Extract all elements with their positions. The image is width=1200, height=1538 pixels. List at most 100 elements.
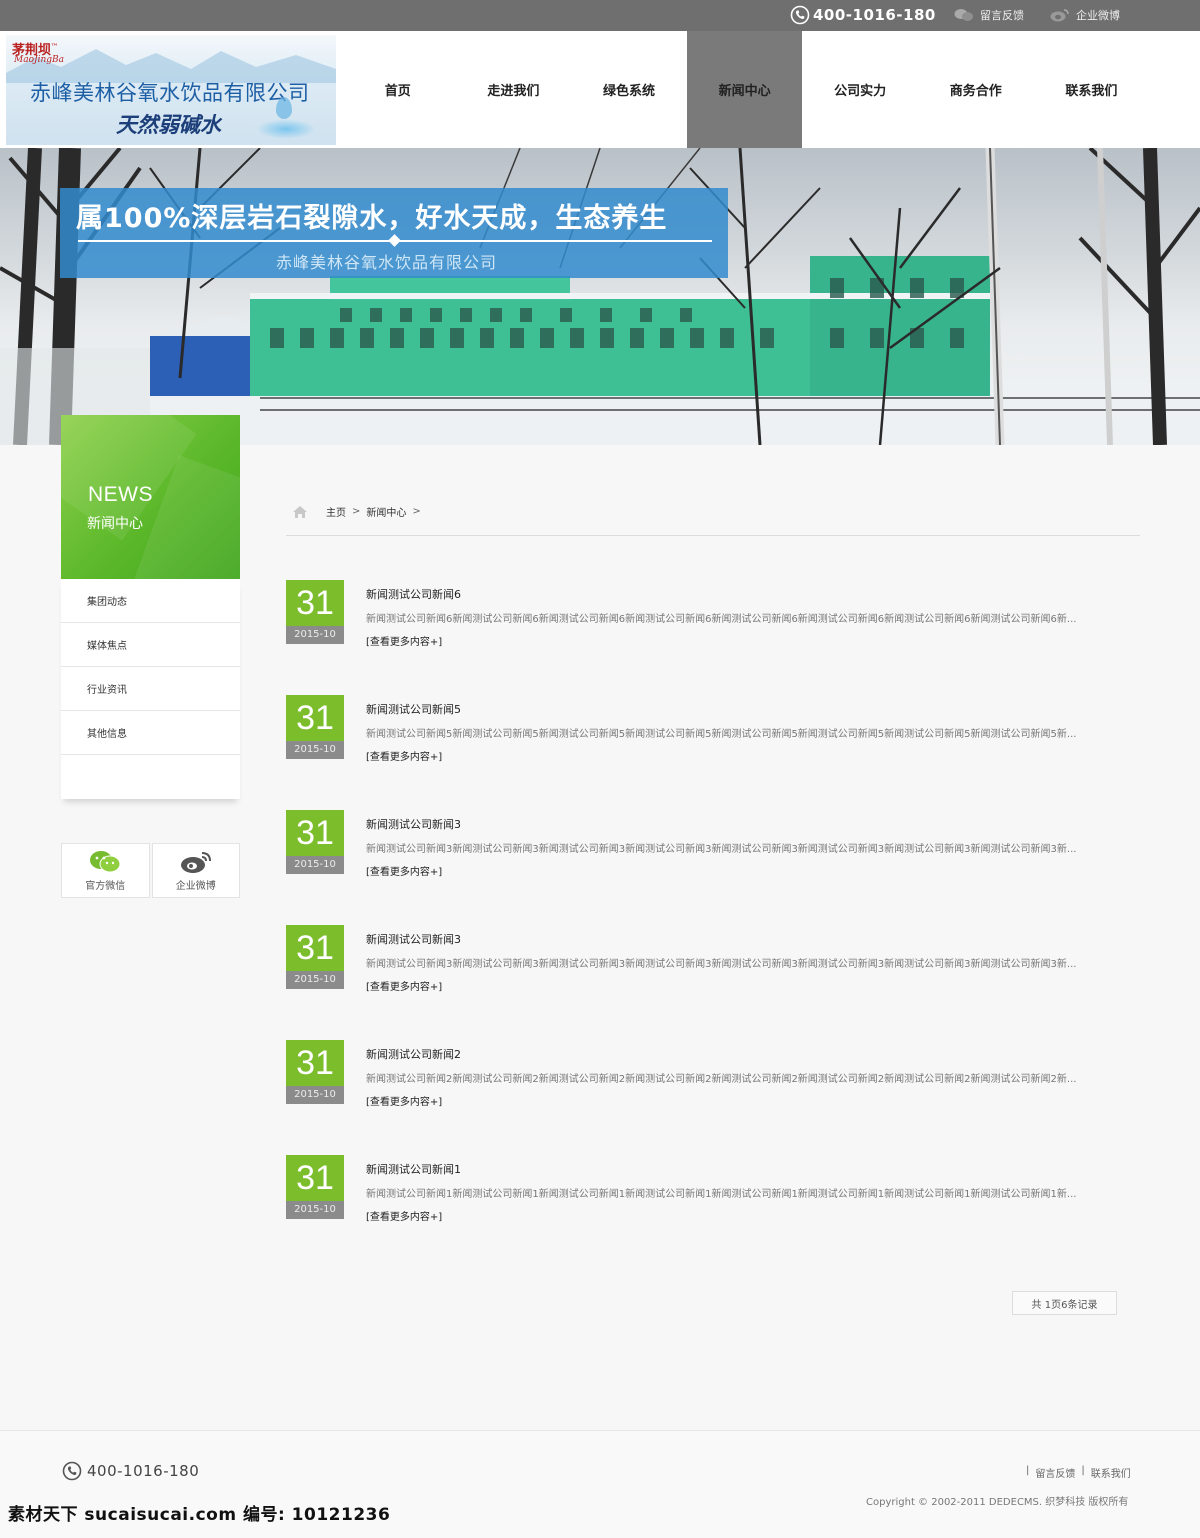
news-date-day: 31 bbox=[286, 810, 344, 856]
breadcrumb-current[interactable]: 新闻中心 bbox=[366, 504, 406, 519]
news-date-day: 31 bbox=[286, 695, 344, 741]
breadcrumb-separator: > bbox=[412, 506, 421, 517]
banner-diamond bbox=[388, 234, 401, 247]
news-title-link[interactable]: 新闻测试公司新闻6 bbox=[366, 586, 461, 602]
news-title-link[interactable]: 新闻测试公司新闻3 bbox=[366, 816, 461, 832]
news-title-link[interactable]: 新闻测试公司新闻2 bbox=[366, 1046, 461, 1062]
nav-item[interactable]: 新闻中心 bbox=[686, 31, 803, 148]
footer-copyright: Copyright © 2002-2011 DEDECMS. 织梦科技 版权所有 bbox=[866, 1497, 1129, 1508]
footer-links: | 留言反馈 | 联系我们 bbox=[1026, 1465, 1131, 1480]
wechat-icon bbox=[90, 850, 121, 872]
nav-item[interactable]: 首页 bbox=[340, 31, 456, 148]
chat-icon bbox=[954, 9, 973, 21]
news-date-badge: 31 2015-10 bbox=[286, 695, 344, 759]
news-date-badge: 31 2015-10 bbox=[286, 1155, 344, 1219]
social-links: 官方微信 企业微博 bbox=[61, 843, 240, 898]
news-date-day: 31 bbox=[286, 580, 344, 626]
news-title-link[interactable]: 新闻测试公司新闻5 bbox=[366, 701, 461, 717]
water-drop-icon bbox=[276, 97, 292, 119]
sidebar-news-panel: NEWS 新闻中心 bbox=[61, 415, 240, 579]
hero-banner: 属100%深层岩石裂隙水，好水天成，生态养生 赤峰美林谷氧水饮品有限公司 bbox=[0, 148, 1200, 445]
site-header: 茅荆坝™ MaoJingBa 赤峰美林谷氧水饮品有限公司 天然弱碱水 首页 走进我… bbox=[0, 31, 1200, 148]
topbar-phone: 400-1016-180 bbox=[790, 4, 936, 26]
news-read-more-link[interactable]: [查看更多内容+] bbox=[366, 1093, 442, 1108]
sidebar-title-cn: 新闻中心 bbox=[87, 516, 143, 532]
phone-icon bbox=[62, 1461, 82, 1481]
topbar-weibo-label: 企业微博 bbox=[1076, 9, 1120, 22]
sidebar-menu-item[interactable]: 媒体焦点 bbox=[61, 623, 240, 667]
news-read-more-link[interactable]: [查看更多内容+] bbox=[366, 863, 442, 878]
news-read-more-link[interactable]: [查看更多内容+] bbox=[366, 748, 442, 763]
pagination-info: 共 1页6条记录 bbox=[1012, 1291, 1117, 1315]
news-summary: 新闻测试公司新闻3新闻测试公司新闻3新闻测试公司新闻3新闻测试公司新闻3新闻测试… bbox=[366, 959, 1077, 970]
news-title-link[interactable]: 新闻测试公司新闻3 bbox=[366, 931, 461, 947]
news-item: 31 2015-10 新闻测试公司新闻1 新闻测试公司新闻1新闻测试公司新闻1新闻测试… bbox=[286, 1155, 1140, 1225]
nav-item[interactable]: 商务合作 bbox=[918, 31, 1034, 148]
news-date-month: 2015-10 bbox=[286, 741, 344, 759]
breadcrumb-home[interactable]: 主页 bbox=[326, 504, 346, 519]
brand-name-en: MaoJingBa bbox=[14, 55, 65, 65]
news-summary: 新闻测试公司新闻1新闻测试公司新闻1新闻测试公司新闻1新闻测试公司新闻1新闻测试… bbox=[366, 1189, 1077, 1200]
news-summary: 新闻测试公司新闻3新闻测试公司新闻3新闻测试公司新闻3新闻测试公司新闻3新闻测试… bbox=[366, 844, 1077, 855]
news-date-month: 2015-10 bbox=[286, 1086, 344, 1104]
company-logo[interactable]: 茅荆坝™ MaoJingBa 赤峰美林谷氧水饮品有限公司 天然弱碱水 bbox=[6, 35, 336, 145]
news-date-badge: 31 2015-10 bbox=[286, 580, 344, 644]
breadcrumb: 主页 > 新闻中心 > bbox=[292, 504, 421, 519]
news-date-month: 2015-10 bbox=[286, 856, 344, 874]
nav-item[interactable]: 联系我们 bbox=[1034, 31, 1150, 148]
news-summary: 新闻测试公司新闻5新闻测试公司新闻5新闻测试公司新闻5新闻测试公司新闻5新闻测试… bbox=[366, 729, 1077, 740]
news-date-month: 2015-10 bbox=[286, 626, 344, 644]
main-nav: 首页 走进我们 绿色系统 新闻中心 公司实力 商务合作 联系我们 bbox=[340, 31, 1149, 148]
news-item: 31 2015-10 新闻测试公司新闻6 新闻测试公司新闻6新闻测试公司新闻6新闻测试… bbox=[286, 580, 1140, 650]
news-date-badge: 31 2015-10 bbox=[286, 810, 344, 874]
trademark-mark: ™ bbox=[51, 41, 59, 51]
banner-caption: 属100%深层岩石裂隙水，好水天成，生态养生 赤峰美林谷氧水饮品有限公司 bbox=[60, 188, 728, 278]
news-read-more-link[interactable]: [查看更多内容+] bbox=[366, 633, 442, 648]
footer-phone-number: 400-1016-180 bbox=[87, 1462, 200, 1480]
nav-item[interactable]: 走进我们 bbox=[456, 31, 572, 148]
topbar-phone-number: 400-1016-180 bbox=[813, 6, 936, 24]
phone-icon bbox=[790, 5, 810, 25]
water-splash-graphic bbox=[256, 119, 316, 139]
weibo-icon bbox=[180, 851, 211, 873]
footer-link-feedback[interactable]: 留言反馈 bbox=[1035, 1465, 1075, 1480]
sidebar-menu-item[interactable]: 集团动态 bbox=[61, 579, 240, 623]
news-date-month: 2015-10 bbox=[286, 971, 344, 989]
topbar-feedback-link[interactable]: 留言反馈 bbox=[954, 6, 1024, 24]
sidebar-menu-item[interactable]: 行业资讯 bbox=[61, 667, 240, 711]
news-date-badge: 31 2015-10 bbox=[286, 925, 344, 989]
home-icon bbox=[293, 505, 307, 518]
weibo-label: 企业微博 bbox=[175, 880, 216, 892]
news-title-link[interactable]: 新闻测试公司新闻1 bbox=[366, 1161, 461, 1177]
news-read-more-link[interactable]: [查看更多内容+] bbox=[366, 1208, 442, 1223]
sidebar-title-en: NEWS bbox=[88, 483, 153, 506]
weibo-button[interactable]: 企业微博 bbox=[151, 843, 240, 898]
news-item: 31 2015-10 新闻测试公司新闻3 新闻测试公司新闻3新闻测试公司新闻3新闻测试… bbox=[286, 810, 1140, 880]
topbar-weibo-link[interactable]: 企业微博 bbox=[1050, 6, 1120, 24]
footer-link-contact[interactable]: 联系我们 bbox=[1091, 1465, 1131, 1480]
nav-item[interactable]: 绿色系统 bbox=[571, 31, 687, 148]
footer-link-separator: | bbox=[1026, 1465, 1030, 1476]
footer-link-separator: | bbox=[1081, 1465, 1085, 1476]
logo-company-name: 赤峰美林谷氧水饮品有限公司 bbox=[30, 81, 310, 105]
wechat-label: 官方微信 bbox=[85, 880, 126, 892]
news-item: 31 2015-10 新闻测试公司新闻2 新闻测试公司新闻2新闻测试公司新闻2新闻测试… bbox=[286, 1040, 1140, 1110]
news-date-badge: 31 2015-10 bbox=[286, 1040, 344, 1104]
logo-slogan: 天然弱碱水 bbox=[116, 112, 221, 137]
news-item: 31 2015-10 新闻测试公司新闻3 新闻测试公司新闻3新闻测试公司新闻3新闻测试… bbox=[286, 925, 1140, 995]
top-bar: 400-1016-180 留言反馈 企业微博 bbox=[0, 0, 1200, 31]
news-date-month: 2015-10 bbox=[286, 1201, 344, 1219]
sidebar-menu-item[interactable]: 其他信息 bbox=[61, 711, 240, 755]
topbar-feedback-label: 留言反馈 bbox=[980, 9, 1024, 22]
breadcrumb-separator: > bbox=[352, 506, 361, 517]
sidebar-menu: 集团动态 媒体焦点 行业资讯 其他信息 bbox=[61, 579, 240, 799]
news-date-day: 31 bbox=[286, 1040, 344, 1086]
breadcrumb-divider bbox=[286, 535, 1140, 536]
news-item: 31 2015-10 新闻测试公司新闻5 新闻测试公司新闻5新闻测试公司新闻5新闻测试… bbox=[286, 695, 1140, 765]
wechat-button[interactable]: 官方微信 bbox=[61, 843, 150, 898]
banner-subline: 赤峰美林谷氧水饮品有限公司 bbox=[276, 253, 498, 272]
news-read-more-link[interactable]: [查看更多内容+] bbox=[366, 978, 442, 993]
nav-item[interactable]: 公司实力 bbox=[802, 31, 918, 148]
watermark-text: 素材天下 sucaisucai.com 编号: 10121236 bbox=[8, 1505, 391, 1525]
news-date-day: 31 bbox=[286, 1155, 344, 1201]
